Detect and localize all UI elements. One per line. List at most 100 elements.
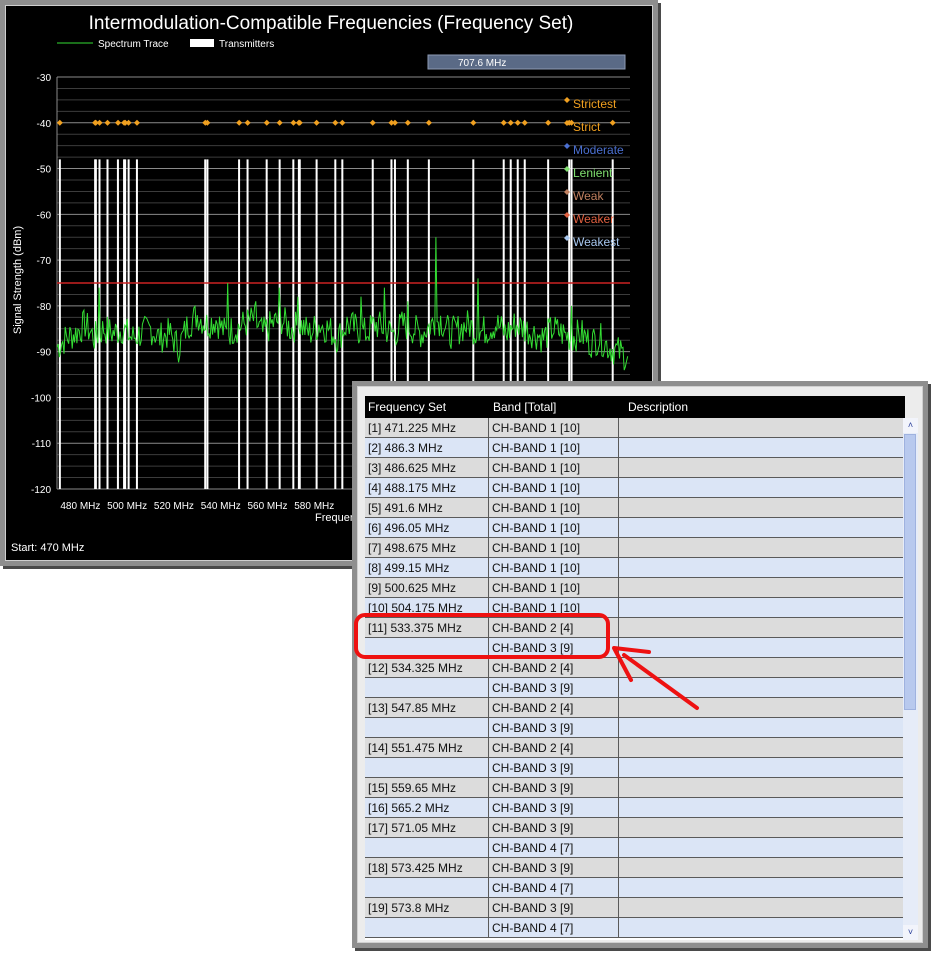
table-row[interactable]: CH-BAND 4 [7]: [365, 918, 903, 938]
compatibility-marker: [609, 119, 616, 126]
band-cell: CH-BAND 1 [10]: [489, 598, 619, 617]
chart-title: Intermodulation-Compatible Frequencies (…: [89, 13, 574, 34]
compatibility-marker: [104, 119, 111, 126]
table-row[interactable]: [9] 500.625 MHz CH-BAND 1 [10]: [365, 578, 903, 598]
band-cell: CH-BAND 2 [4]: [489, 658, 619, 677]
frequency-cell: [17] 571.05 MHz: [365, 818, 489, 837]
table-row[interactable]: CH-BAND 3 [9]: [365, 678, 903, 698]
compatibility-marker: [500, 119, 507, 126]
scroll-down-arrow-icon[interactable]: ˅: [903, 925, 918, 940]
description-cell: [619, 518, 903, 537]
y-tick-label: -80: [37, 302, 52, 313]
description-cell: [619, 458, 903, 477]
compatibility-marker: [470, 119, 477, 126]
table-row[interactable]: [7] 498.675 MHz CH-BAND 1 [10]: [365, 538, 903, 558]
band-cell: CH-BAND 1 [10]: [489, 518, 619, 537]
readout-value: 707.6 MHz: [458, 58, 506, 69]
table-row[interactable]: [5] 491.6 MHz CH-BAND 1 [10]: [365, 498, 903, 518]
legend-diamond-icon: [564, 143, 570, 149]
frequency-cell: [365, 718, 489, 737]
table-row[interactable]: CH-BAND 3 [9]: [365, 718, 903, 738]
description-cell: [619, 838, 903, 857]
frequency-cell: [365, 758, 489, 777]
description-cell: [619, 818, 903, 837]
compatibility-marker: [290, 119, 297, 126]
table-row[interactable]: CH-BAND 4 [7]: [365, 878, 903, 898]
band-cell: CH-BAND 1 [10]: [489, 558, 619, 577]
table-row[interactable]: [17] 571.05 MHz CH-BAND 3 [9]: [365, 818, 903, 838]
table-row[interactable]: [18] 573.425 MHz CH-BAND 3 [9]: [365, 858, 903, 878]
y-tick-label: -120: [31, 485, 51, 496]
compatibility-marker: [56, 119, 63, 126]
compatibility-marker: [296, 119, 303, 126]
frequency-set-table[interactable]: [1] 471.225 MHz CH-BAND 1 [10] [2] 486.3 M…: [365, 418, 903, 940]
table-scrollbar[interactable]: ˄ ˅: [903, 418, 918, 940]
description-cell: [619, 478, 903, 497]
band-cell: CH-BAND 3 [9]: [489, 718, 619, 737]
description-cell: [619, 558, 903, 577]
table-row[interactable]: [12] 534.325 MHz CH-BAND 2 [4]: [365, 658, 903, 678]
y-tick-label: -50: [37, 165, 52, 176]
description-cell: [619, 618, 903, 637]
column-header-band-total[interactable]: Band [Total]: [493, 400, 556, 414]
scrollbar-thumb[interactable]: [904, 434, 916, 710]
band-cell: CH-BAND 3 [9]: [489, 678, 619, 697]
compatibility-marker: [514, 119, 521, 126]
frequency-cell: [18] 573.425 MHz: [365, 858, 489, 877]
table-row[interactable]: [15] 559.65 MHz CH-BAND 3 [9]: [365, 778, 903, 798]
table-row[interactable]: [1] 471.225 MHz CH-BAND 1 [10]: [365, 418, 903, 438]
legend-item-weak: Weak: [573, 189, 604, 203]
band-cell: CH-BAND 1 [10]: [489, 438, 619, 457]
compatibility-marker: [263, 119, 270, 126]
compatibility-marker: [339, 119, 346, 126]
description-cell: [619, 538, 903, 557]
description-cell: [619, 898, 903, 917]
frequency-cell: [5] 491.6 MHz: [365, 498, 489, 517]
frequency-cell: [1] 471.225 MHz: [365, 418, 489, 437]
band-cell: CH-BAND 2 [4]: [489, 618, 619, 637]
description-cell: [619, 718, 903, 737]
band-cell: CH-BAND 4 [7]: [489, 838, 619, 857]
description-cell: [619, 778, 903, 797]
table-row[interactable]: [13] 547.85 MHz CH-BAND 2 [4]: [365, 698, 903, 718]
legend-item-strict: Strict: [573, 120, 601, 134]
y-tick-label: -60: [37, 210, 52, 221]
frequency-cell: [365, 678, 489, 697]
x-tick-label: 560 MHz: [247, 501, 287, 512]
table-row[interactable]: [11] 533.375 MHz CH-BAND 2 [4]: [365, 618, 903, 638]
table-row[interactable]: CH-BAND 3 [9]: [365, 638, 903, 658]
table-row[interactable]: [4] 488.175 MHz CH-BAND 1 [10]: [365, 478, 903, 498]
scroll-up-arrow-icon[interactable]: ˄: [903, 418, 918, 433]
description-cell: [619, 438, 903, 457]
compatibility-marker: [425, 119, 432, 126]
table-row[interactable]: [10] 504.175 MHz CH-BAND 1 [10]: [365, 598, 903, 618]
band-cell: CH-BAND 3 [9]: [489, 778, 619, 797]
compatibility-marker: [545, 119, 552, 126]
y-tick-label: -70: [37, 256, 52, 267]
band-cell: CH-BAND 3 [9]: [489, 898, 619, 917]
description-cell: [619, 578, 903, 597]
compatibility-marker: [521, 119, 528, 126]
table-row[interactable]: [3] 486.625 MHz CH-BAND 1 [10]: [365, 458, 903, 478]
table-row[interactable]: CH-BAND 4 [7]: [365, 838, 903, 858]
table-row[interactable]: [16] 565.2 MHz CH-BAND 3 [9]: [365, 798, 903, 818]
table-row[interactable]: CH-BAND 3 [9]: [365, 758, 903, 778]
frequency-cell: [3] 486.625 MHz: [365, 458, 489, 477]
band-cell: CH-BAND 2 [4]: [489, 698, 619, 717]
band-cell: CH-BAND 1 [10]: [489, 498, 619, 517]
band-cell: CH-BAND 3 [9]: [489, 758, 619, 777]
table-row[interactable]: [8] 499.15 MHz CH-BAND 1 [10]: [365, 558, 903, 578]
band-cell: CH-BAND 1 [10]: [489, 538, 619, 557]
table-row[interactable]: [6] 496.05 MHz CH-BAND 1 [10]: [365, 518, 903, 538]
y-tick-label: -40: [37, 119, 52, 130]
column-header-frequency-set[interactable]: Frequency Set: [368, 400, 446, 414]
start-frequency-label: Start: 470 MHz: [11, 542, 84, 554]
table-row[interactable]: [2] 486.3 MHz CH-BAND 1 [10]: [365, 438, 903, 458]
table-row[interactable]: [14] 551.475 MHz CH-BAND 2 [4]: [365, 738, 903, 758]
column-header-description[interactable]: Description: [628, 400, 688, 414]
legend-item-weaker: Weaker: [573, 212, 614, 226]
y-axis-ticks: -30 -40 -50 -60 -70 -80 -90 -100 -110 -120: [31, 73, 51, 496]
band-cell: CH-BAND 1 [10]: [489, 478, 619, 497]
table-row[interactable]: [19] 573.8 MHz CH-BAND 3 [9]: [365, 898, 903, 918]
band-cell: CH-BAND 4 [7]: [489, 878, 619, 897]
